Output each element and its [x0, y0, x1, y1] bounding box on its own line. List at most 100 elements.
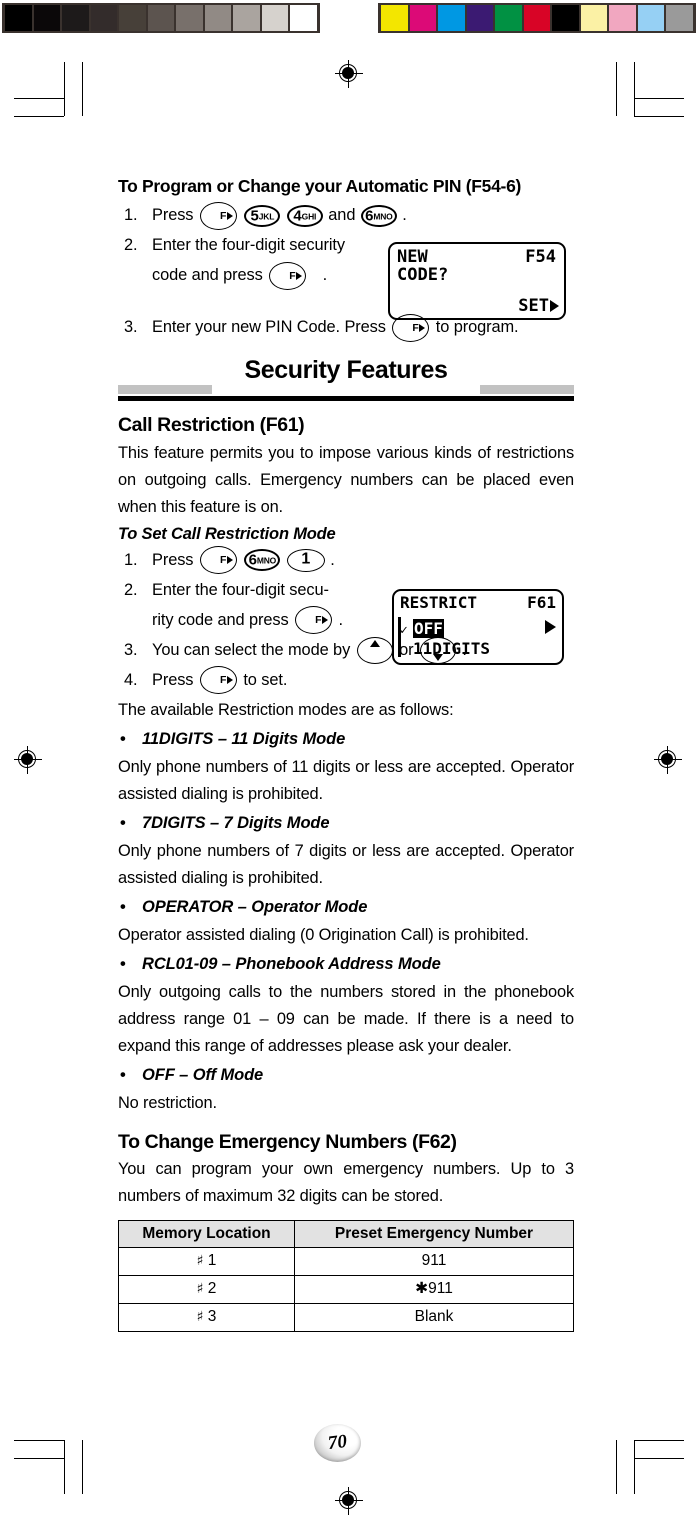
calibration-patch-2 — [62, 5, 89, 31]
key-6-mno[interactable]: 6MNO — [360, 204, 397, 227]
step-text: Press — [152, 206, 194, 225]
key-5-jkl[interactable]: 5JKL — [244, 204, 281, 227]
calibration-patch-9 — [637, 5, 665, 31]
step-number: 3. — [124, 318, 138, 337]
calibration-patch-7 — [204, 5, 232, 31]
step-text-line2: code and press — [152, 266, 263, 285]
calibration-patch-9 — [261, 5, 289, 31]
mode-desc-11digits: Only phone numbers of 11 digits or less … — [118, 757, 574, 803]
page-number: 70 — [326, 1430, 349, 1455]
banner-title-wrap: Security Features — [118, 356, 574, 386]
steps-call-restriction: 1. Press F 6MNO 1 . 2. Enter the four-di… — [118, 545, 574, 695]
step-conjunction: or — [399, 640, 414, 659]
registration-target-bottom — [335, 1487, 363, 1515]
key-scroll-up[interactable] — [356, 636, 393, 664]
step-number: 1. — [124, 550, 138, 569]
paragraph-emergency-intro: You can program your own emergency numbe… — [118, 1159, 574, 1205]
step-text: Press — [152, 550, 194, 569]
table-header-memory-location: Memory Location — [118, 1219, 295, 1248]
step-cr-2-cont: rity code and press F . — [118, 605, 574, 635]
calibration-patch-8 — [609, 5, 636, 31]
heading-set-call-restriction-mode: To Set Call Restriction Mode — [118, 524, 336, 543]
key-function[interactable]: F — [199, 666, 237, 695]
registration-target-left — [14, 746, 42, 774]
calibration-patch-4 — [119, 5, 146, 31]
key-function[interactable]: F — [269, 261, 307, 290]
crop-mark-top-right-v — [634, 62, 635, 116]
crop-mark-bottom-left-v — [64, 1440, 65, 1494]
key-function[interactable]: F — [295, 606, 333, 635]
steps-automatic-pin: 1. Press F 5JKL 4GHI and 6MNO . 2. Enter… — [118, 200, 574, 290]
mode-desc-rcl: Only outgoing calls to the numbers store… — [118, 982, 574, 1055]
crop-mark-top-left-h2 — [14, 98, 64, 99]
calibration-patch-3 — [466, 5, 494, 31]
mode-label: OFF – Off Mode — [142, 1065, 264, 1084]
calibration-patch-3 — [90, 5, 118, 31]
key-function[interactable]: F — [392, 313, 430, 342]
step-text: You can select the mode by — [152, 640, 351, 659]
step-cr-4: 4. Press F to set. — [118, 665, 574, 695]
banner-rule — [118, 396, 574, 402]
registration-target-right — [654, 746, 682, 774]
key-function[interactable]: F — [199, 546, 237, 575]
step-cr-1: 1. Press F 6MNO 1 . — [118, 545, 574, 575]
key-scroll-down[interactable] — [419, 636, 456, 664]
calibration-patch-0 — [5, 5, 32, 31]
step-pin-1: 1. Press F 5JKL 4GHI and 6MNO . — [118, 200, 574, 230]
table-header-row: Memory Location Preset Emergency Number — [118, 1219, 574, 1248]
step-cr-2: 2. Enter the four-digit secu- — [118, 575, 414, 605]
table-cell-preset-number: 911 — [294, 1246, 574, 1276]
step-number: 1. — [124, 206, 138, 225]
step-number: 2. — [124, 580, 138, 599]
key-4-ghi[interactable]: 4GHI — [286, 204, 323, 227]
step-text-end: to program. — [435, 318, 519, 337]
table-cell-preset-number: ✱911 — [294, 1274, 574, 1304]
paragraph-modes-intro: The available Restriction modes are as f… — [118, 700, 454, 719]
calibration-patch-8 — [233, 5, 260, 31]
mode-desc-off: No restriction. — [118, 1093, 217, 1112]
mode-item-7digits-label: • 7DIGITS – 7 Digits Mode — [118, 808, 574, 838]
crop-mark-top-right-h — [634, 116, 684, 117]
calibration-patch-0 — [381, 5, 408, 31]
heading-automatic-pin: To Program or Change your Automatic PIN … — [118, 176, 522, 196]
step-pin-2-cont: code and press F . — [118, 260, 574, 290]
step-cr-3: 3. You can select the mode by or . — [118, 635, 574, 665]
step-text-line1: Enter the four-digit secu- — [152, 580, 329, 599]
mode-item-operator-label: • OPERATOR – Operator Mode — [118, 892, 574, 922]
step-period: . — [462, 640, 467, 659]
crop-mark-top-right-h2 — [634, 98, 684, 99]
bullet-icon: • — [120, 1065, 126, 1084]
table-cell-memory-location: ♯ 1 — [118, 1246, 295, 1276]
step-pin-3: 3. Enter your new PIN Code. Press F to p… — [118, 312, 574, 342]
crop-mark-bottom-right-h — [634, 1440, 684, 1441]
calibration-patch-1 — [33, 5, 61, 31]
step-period: . — [338, 610, 344, 629]
table-cell-memory-location: ♯ 2 — [118, 1274, 295, 1304]
step-number: 3. — [124, 640, 138, 659]
calibration-patch-2 — [438, 5, 465, 31]
calibration-patch-5 — [523, 5, 551, 31]
crop-mark-bottom-left-h2 — [14, 1458, 64, 1459]
mode-desc-operator: Operator assisted dialing (0 Origination… — [118, 925, 529, 944]
memory-location-value: 1 — [207, 1251, 217, 1269]
crop-mark-bottom-right-v — [634, 1440, 635, 1494]
key-6-mno[interactable]: 6MNO — [244, 549, 281, 572]
step-period: . — [402, 206, 407, 225]
crop-mark-bottom-left-h — [14, 1440, 64, 1441]
table-cell-memory-location: ♯ 3 — [118, 1302, 295, 1332]
mode-item-off-label: • OFF – Off Mode — [118, 1060, 574, 1090]
crop-mark-top-left-v — [64, 62, 65, 116]
table-emergency-numbers: Memory Location Preset Emergency Number … — [118, 1219, 574, 1332]
step-text: Enter your new PIN Code. Press — [152, 318, 386, 337]
mode-label: 7DIGITS – 7 Digits Mode — [142, 813, 330, 832]
heading-change-emergency-numbers: To Change Emergency Numbers (F62) — [118, 1130, 457, 1153]
crop-mark-top-right-v2 — [616, 62, 617, 116]
page-number-badge: 70 — [314, 1424, 361, 1462]
step-text-end: to set. — [243, 670, 288, 689]
step-number: 4. — [124, 670, 138, 689]
hash-icon: ♯ — [196, 1280, 204, 1297]
grayscale-calibration-strip — [2, 3, 320, 33]
key-function[interactable]: F — [199, 201, 237, 230]
key-1[interactable]: 1 — [286, 548, 325, 572]
table-row: ♯ 2 ✱911 — [118, 1274, 574, 1304]
